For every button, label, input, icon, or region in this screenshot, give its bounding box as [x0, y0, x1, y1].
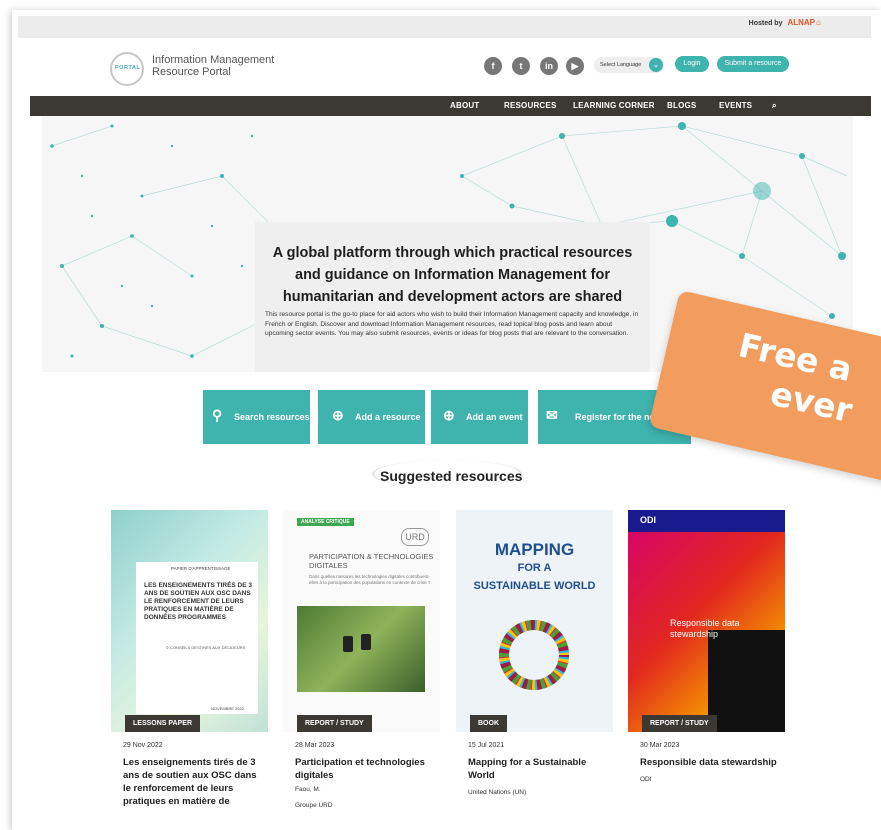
resource-type-badge: REPORT / STUDY	[642, 715, 717, 732]
cover-line1: MAPPING	[494, 540, 575, 559]
chevron-down-icon[interactable]: ⌄	[649, 58, 663, 72]
card-date: 28 Mar 2023	[295, 742, 335, 749]
nav-events[interactable]: EVENTS	[719, 101, 752, 110]
card-author: United Nations (UN)	[468, 789, 527, 796]
site-title-line1: Information Management	[152, 54, 275, 66]
language-select[interactable]: Select Language ⌄	[594, 57, 664, 73]
youtube-icon[interactable]: ▶	[566, 57, 584, 75]
cover-title: Responsible data stewardship	[670, 618, 740, 639]
resource-type-badge: REPORT / STUDY	[297, 715, 372, 732]
card-cover: ANALYSE CRITIQUE URD PARTICIPATION & TEC…	[283, 510, 440, 732]
cover-title: PARTICIPATION & TECHNOLOGIES DIGITALES	[309, 552, 434, 570]
card-date: 30 Mar 2023	[640, 742, 680, 749]
site-title[interactable]: Information Management Resource Portal	[152, 54, 274, 78]
nav-about[interactable]: ABOUT	[450, 101, 479, 110]
portal-logo[interactable]: PORTAL	[110, 52, 144, 86]
hosted-by[interactable]: Hosted by ALNAP	[749, 18, 815, 27]
card-cover: MAPPING FOR A SUSTAINABLE WORLD	[456, 510, 613, 732]
cover-date: NOVEMBRE 2022	[211, 706, 244, 711]
card-title[interactable]: Participation et technologies digitales	[295, 756, 435, 782]
resource-card[interactable]: ODI Responsible data stewardship REPORT …	[628, 510, 785, 810]
card-author: ODI	[640, 776, 652, 783]
nav-resources[interactable]: RESOURCES	[504, 101, 556, 110]
cover-line3: SUSTAINABLE WORLD	[473, 580, 596, 592]
resource-card[interactable]: ANALYSE CRITIQUE URD PARTICIPATION & TEC…	[283, 510, 440, 810]
card-author: Faou, M.	[295, 786, 321, 793]
cover-sub: © CONSEILS DESTINÉS AUX DÉCIDEURS	[166, 645, 246, 650]
hero-title: A global platform through which practica…	[272, 245, 633, 305]
linkedin-icon[interactable]: in	[540, 57, 558, 75]
cover-photo	[297, 606, 425, 692]
cover-title: LES ENSEIGNEMENTS TIRÉS DE 3 ANS DE SOUT…	[144, 582, 252, 621]
site-title-line2: Resource Portal	[152, 66, 231, 78]
cover-label: PAPIER D'APPRENTISSAGE	[171, 566, 231, 571]
home-icon[interactable]: ⌂	[816, 18, 821, 27]
hero-description: This resource portal is the go-to place …	[265, 311, 639, 337]
cover-line2: FOR A	[517, 562, 552, 574]
cover-label: ANALYSE CRITIQUE	[297, 518, 354, 526]
card-cover: PAPIER D'APPRENTISSAGE LES ENSEIGNEMENTS…	[111, 510, 268, 732]
card-org: Groupe URD	[295, 802, 333, 809]
search-icon: ⚲	[212, 407, 223, 423]
resource-type-badge: LESSONS PAPER	[125, 715, 200, 732]
hosted-bar: Hosted by ALNAP ⌂	[18, 16, 871, 38]
nav-blogs[interactable]: BLOGS	[667, 101, 696, 110]
envelope-icon: ✉	[546, 407, 558, 423]
cover-block	[708, 630, 785, 732]
card-title[interactable]: Responsible data stewardship	[640, 756, 780, 769]
card-date: 29 Nov 2022	[123, 742, 163, 749]
odi-logo: ODI	[640, 515, 657, 525]
cover-sub: Dans quelles mesures les technologies di…	[309, 574, 431, 585]
submit-resource-button[interactable]: Submit a resource	[717, 56, 789, 72]
language-label: Select Language	[600, 62, 642, 68]
login-button[interactable]: Login	[675, 56, 709, 72]
card-title[interactable]: Les enseignements tirés de 3 ans de sout…	[123, 756, 263, 808]
card-title[interactable]: Mapping for a Sustainable World	[468, 756, 608, 782]
plus-circle-icon: ⊕	[443, 407, 455, 423]
urd-logo: URD	[401, 528, 429, 546]
main-nav: ABOUT RESOURCES LEARNING CORNER BLOGS EV…	[30, 96, 871, 116]
add-resource-button[interactable]: ⊕ Add a resource	[318, 390, 425, 444]
facebook-icon[interactable]: f	[484, 57, 502, 75]
suggested-title: Suggested resources	[380, 468, 523, 484]
resource-card[interactable]: MAPPING FOR A SUSTAINABLE WORLD BOOK 15 …	[456, 510, 613, 810]
card-cover: ODI Responsible data stewardship	[628, 510, 785, 732]
twitter-icon[interactable]: t	[512, 57, 530, 75]
search-resources-button[interactable]: ⚲ Search resources	[203, 390, 310, 444]
resource-card[interactable]: PAPIER D'APPRENTISSAGE LES ENSEIGNEMENTS…	[111, 510, 268, 810]
plus-circle-icon: ⊕	[332, 407, 344, 423]
sdg-wheel	[499, 620, 569, 690]
nav-learning-corner[interactable]: LEARNING CORNER	[573, 101, 655, 110]
add-event-button[interactable]: ⊕ Add an event	[431, 390, 528, 444]
card-date: 15 Jul 2021	[468, 742, 505, 749]
add-event-label: Add an event	[466, 412, 523, 422]
resource-type-badge: BOOK	[470, 715, 507, 732]
alnap-logo[interactable]: ALNAP	[787, 18, 815, 27]
search-icon[interactable]: ⌕	[772, 101, 777, 111]
add-resource-label: Add a resource	[355, 412, 421, 422]
hosted-label: Hosted by	[748, 20, 783, 27]
portal-logo-text: PORTAL	[115, 65, 141, 71]
search-resources-label: Search resources	[234, 412, 310, 422]
